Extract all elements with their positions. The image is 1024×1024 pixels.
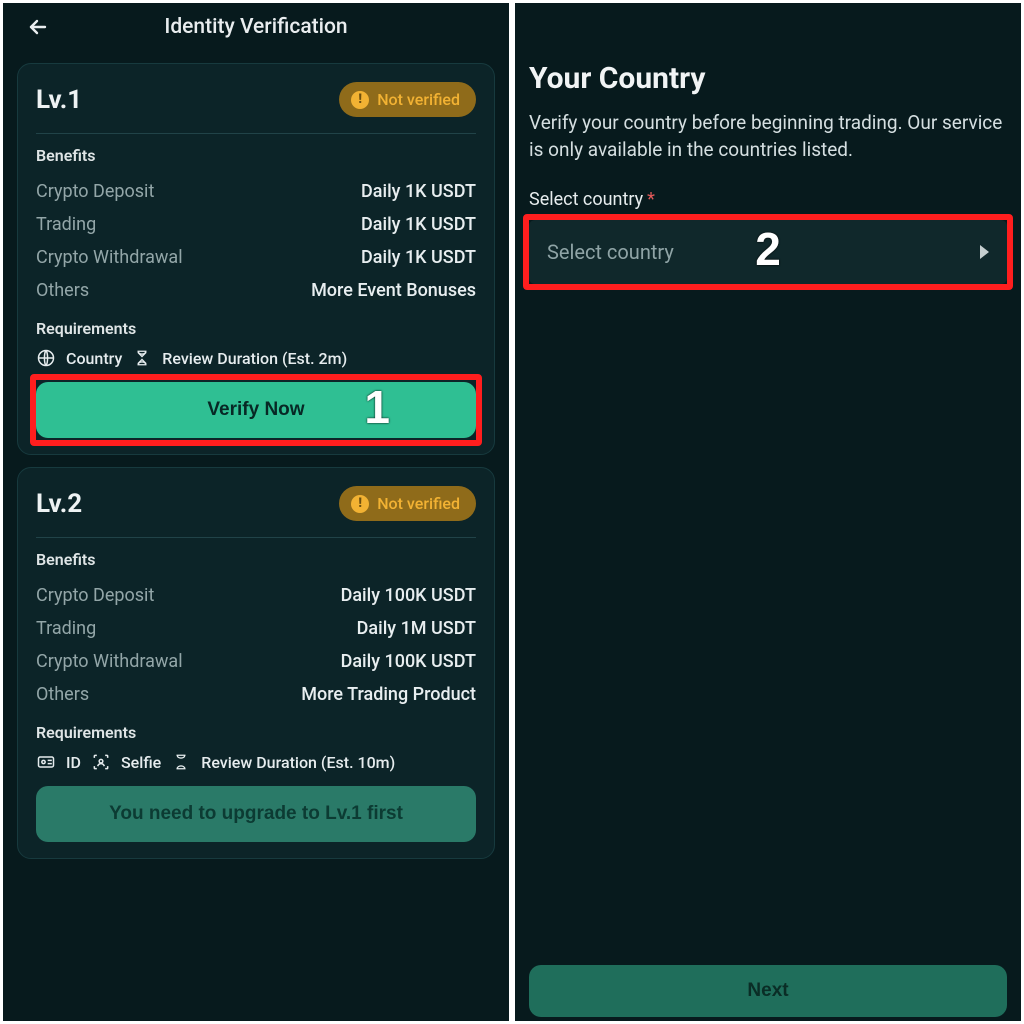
verify-now-button[interactable]: Verify Now bbox=[36, 382, 476, 438]
benefits-label: Benefits bbox=[36, 550, 476, 569]
chevron-right-icon bbox=[980, 245, 989, 259]
divider bbox=[36, 537, 476, 538]
globe-icon bbox=[36, 348, 56, 368]
country-subtitle: Verify your country before beginning tra… bbox=[529, 110, 1007, 163]
warning-icon: ! bbox=[351, 495, 369, 513]
back-button[interactable] bbox=[23, 12, 53, 42]
requirements-label: Requirements bbox=[36, 723, 476, 742]
upgrade-disabled-button: You need to upgrade to Lv.1 first bbox=[36, 786, 476, 842]
id-card-icon bbox=[36, 752, 56, 772]
page-title: Identity Verification bbox=[164, 15, 347, 39]
select-placeholder: Select country bbox=[547, 240, 674, 264]
required-asterisk: * bbox=[647, 189, 655, 210]
divider bbox=[36, 133, 476, 134]
requirements-label: Requirements bbox=[36, 319, 476, 338]
benefit-row: OthersMore Trading Product bbox=[36, 678, 476, 711]
requirements-row: Country Review Duration (Est. 2m) bbox=[36, 348, 476, 368]
hourglass-icon bbox=[171, 752, 191, 772]
selfie-icon bbox=[91, 752, 111, 772]
level2-title: Lv.2 bbox=[36, 489, 82, 519]
level2-card: Lv.2 ! Not verified Benefits Crypto Depo… bbox=[17, 467, 495, 859]
benefit-row: TradingDaily 1M USDT bbox=[36, 612, 476, 645]
benefit-row: TradingDaily 1K USDT bbox=[36, 208, 476, 241]
hourglass-icon bbox=[132, 348, 152, 368]
country-title: Your Country bbox=[529, 61, 1007, 96]
req-review: Review Duration (Est. 10m) bbox=[201, 753, 395, 772]
benefit-row: Crypto DepositDaily 100K USDT bbox=[36, 579, 476, 612]
level1-status-badge: ! Not verified bbox=[339, 82, 476, 117]
benefit-row: Crypto DepositDaily 1K USDT bbox=[36, 175, 476, 208]
req-id: ID bbox=[66, 753, 81, 772]
benefit-row: Crypto WithdrawalDaily 100K USDT bbox=[36, 645, 476, 678]
req-review: Review Duration (Est. 2m) bbox=[162, 349, 347, 368]
annotation-step-1: 1 bbox=[364, 380, 390, 434]
level1-card: Lv.1 ! Not verified Benefits Crypto Depo… bbox=[17, 63, 495, 455]
benefit-row: OthersMore Event Bonuses bbox=[36, 274, 476, 307]
select-country-label: Select country* bbox=[529, 189, 1007, 210]
req-selfie: Selfie bbox=[121, 753, 161, 772]
page-title-row: Identity Verification bbox=[17, 3, 495, 51]
next-button[interactable]: Next bbox=[529, 965, 1007, 1017]
left-panel: Identity Verification Lv.1 ! Not verifie… bbox=[0, 0, 512, 1024]
benefits-label: Benefits bbox=[36, 146, 476, 165]
req-country: Country bbox=[66, 349, 122, 368]
arrow-left-icon bbox=[26, 15, 50, 39]
level1-title: Lv.1 bbox=[36, 85, 82, 115]
requirements-row: ID Selfie Review Duration (Est. 10m) bbox=[36, 752, 476, 772]
warning-icon: ! bbox=[351, 91, 369, 109]
level2-badge-text: Not verified bbox=[377, 494, 460, 513]
annotation-step-2: 2 bbox=[755, 222, 781, 276]
level1-badge-text: Not verified bbox=[377, 90, 460, 109]
benefit-row: Crypto WithdrawalDaily 1K USDT bbox=[36, 241, 476, 274]
level2-status-badge: ! Not verified bbox=[339, 486, 476, 521]
right-panel: Your Country Verify your country before … bbox=[512, 0, 1024, 1024]
verify-button-wrap: Verify Now 1 bbox=[36, 382, 476, 438]
